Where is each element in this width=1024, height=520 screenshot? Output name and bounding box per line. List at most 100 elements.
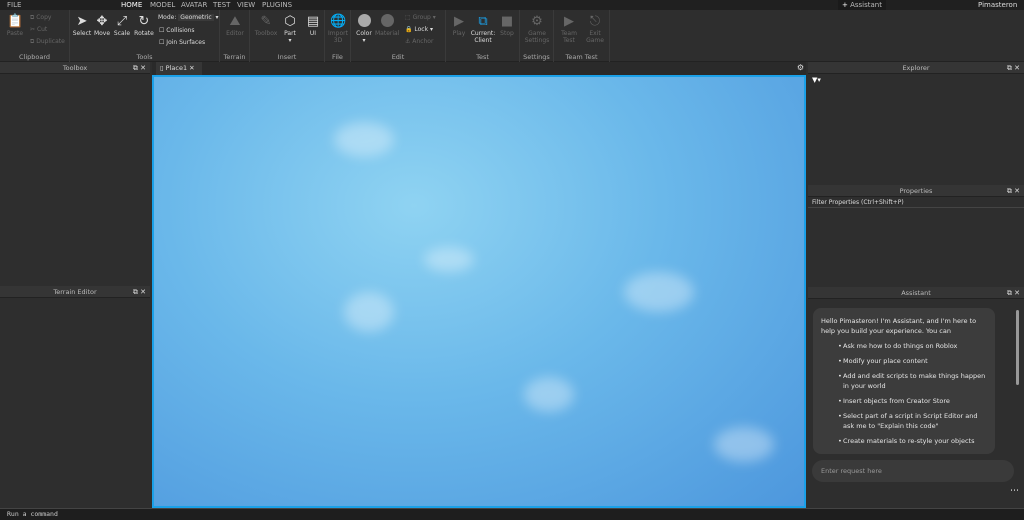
cursor-icon: ➤ bbox=[76, 14, 88, 29]
group-label: Tools bbox=[136, 53, 153, 61]
part-button[interactable]: ⬡ Part ▾ bbox=[280, 14, 300, 44]
dock-close-icon[interactable]: ⧉ ✕ bbox=[1007, 185, 1020, 197]
menu-test[interactable]: TEST bbox=[213, 0, 230, 10]
group-label: Team Test bbox=[565, 53, 598, 61]
group-label: Test bbox=[476, 53, 489, 61]
group-button[interactable]: ⬚ Group ▾ bbox=[405, 14, 436, 21]
join-surfaces-checkbox[interactable]: ☐ Join Surfaces bbox=[159, 39, 205, 46]
menu-model[interactable]: MODEL bbox=[150, 0, 175, 10]
list-item: Modify your place content bbox=[838, 356, 987, 366]
client-icon: ⧉ bbox=[478, 14, 488, 29]
team-test-icon: ▶ bbox=[564, 14, 574, 29]
menu-home[interactable]: HOME bbox=[121, 0, 142, 10]
select-button[interactable]: ➤ Select bbox=[72, 14, 92, 37]
more-icon[interactable]: ⋯ bbox=[1010, 486, 1019, 496]
list-item: Add and edit scripts to make things happ… bbox=[838, 371, 987, 391]
test-group: ▶ Play ⧉ Current: Client ■ Stop Test bbox=[446, 10, 520, 62]
tab-place1[interactable]: ▯ Place1 ✕ bbox=[156, 62, 202, 75]
menu-avatar[interactable]: AVATAR bbox=[181, 0, 207, 10]
settings-group: ⚙ Game Settings Settings bbox=[520, 10, 554, 62]
command-bar[interactable]: Run a command bbox=[0, 508, 1024, 520]
properties-filter-input[interactable]: Filter Properties (Ctrl+Shift+P) bbox=[808, 197, 1024, 208]
game-settings-button[interactable]: ⚙ Game Settings bbox=[522, 14, 552, 44]
insert-group: ✎ Toolbox ⬡ Part ▾ ▤ UI Insert bbox=[250, 10, 325, 62]
color-button[interactable]: Color ▾ bbox=[353, 14, 375, 44]
scale-icon: ⤢ bbox=[116, 14, 128, 29]
terrain-editor-button[interactable]: ⛰ Editor bbox=[223, 14, 247, 37]
stop-button[interactable]: ■ Stop bbox=[496, 14, 518, 37]
exit-icon: ⎋ bbox=[589, 14, 601, 29]
group-label: Clipboard bbox=[18, 53, 51, 61]
group-label: File bbox=[332, 53, 343, 61]
scale-button[interactable]: ⤢ Scale bbox=[112, 14, 132, 37]
clipboard-group: 📋 Paste ⧉ Copy ✂ Cut ⧉ Duplicate Clipboar… bbox=[0, 10, 70, 62]
gear-icon: ⚙ bbox=[531, 14, 543, 29]
properties-panel-header: Properties ⧉ ✕ bbox=[808, 185, 1024, 197]
move-button[interactable]: ✥ Move bbox=[92, 14, 112, 37]
toolbox-panel-header: Toolbox ⧉ ✕ bbox=[0, 62, 150, 74]
assistant-tab[interactable]: + Assistant bbox=[838, 0, 886, 10]
rotate-icon: ↻ bbox=[138, 14, 150, 29]
list-item: Select part of a script in Script Editor… bbox=[838, 411, 987, 431]
paste-button[interactable]: 📋 Paste bbox=[5, 14, 25, 37]
tools-group: ➤ Select ✥ Move ⤢ Scale ↻ Rotate Mode: Geome… bbox=[70, 10, 220, 62]
dock-close-icon[interactable]: ⧉ ✕ bbox=[133, 62, 146, 74]
anchor-button[interactable]: ⚓ Anchor bbox=[405, 38, 433, 45]
group-label: Edit bbox=[391, 53, 405, 61]
list-item: Ask me how to do things on Roblox bbox=[838, 341, 987, 351]
move-icon: ✥ bbox=[96, 14, 108, 29]
group-label: Settings bbox=[523, 53, 550, 61]
duplicate-button[interactable]: ⧉ Duplicate bbox=[30, 38, 65, 46]
menu-file[interactable]: FILE bbox=[7, 0, 21, 10]
paste-icon: 📋 bbox=[7, 14, 24, 29]
ui-icon: ▤ bbox=[306, 14, 320, 29]
document-tab-bar: ▯ Place1 ✕ ⚙ bbox=[152, 62, 806, 75]
group-label: Terrain bbox=[223, 53, 246, 61]
globe-icon: 🌐 bbox=[330, 14, 347, 29]
terrain-group: ⛰ Editor Terrain bbox=[220, 10, 250, 62]
play-icon: ▶ bbox=[454, 14, 464, 29]
dock-close-icon[interactable]: ⧉ ✕ bbox=[1007, 62, 1020, 74]
greeting-text: Hello Pimasteron! I'm Assistant, and I'm… bbox=[821, 317, 977, 335]
ribbon: 📋 Paste ⧉ Copy ✂ Cut ⧉ Duplicate Clipboar… bbox=[0, 10, 1024, 62]
menu-view[interactable]: VIEW bbox=[237, 0, 255, 10]
user-name[interactable]: Pimasteron bbox=[978, 0, 1017, 10]
list-item: Create materials to re-style your object… bbox=[838, 436, 987, 446]
ui-button[interactable]: ▤ UI bbox=[303, 14, 323, 37]
terrain-editor-panel-header: Terrain Editor ⧉ ✕ bbox=[0, 286, 150, 298]
mode-select[interactable]: Mode: Geometric ▾ bbox=[158, 14, 219, 21]
explorer-panel-header: Explorer ⧉ ✕ bbox=[808, 62, 1024, 74]
exit-game-button[interactable]: ⎋ Exit Game bbox=[583, 14, 607, 44]
dock-close-icon[interactable]: ⧉ ✕ bbox=[1007, 287, 1020, 299]
gear-icon[interactable]: ⚙ bbox=[797, 63, 804, 72]
scrollbar[interactable] bbox=[1016, 310, 1019, 385]
toolbox-icon: ✎ bbox=[260, 14, 272, 29]
lock-button[interactable]: 🔒 Lock ▾ bbox=[405, 26, 433, 33]
team-test-group: ▶ Team Test ⎋ Exit Game Team Test bbox=[554, 10, 610, 62]
collisions-checkbox[interactable]: ☐ Collisions bbox=[159, 27, 195, 34]
copy-button[interactable]: ⧉ Copy bbox=[30, 14, 51, 22]
dock-close-icon[interactable]: ⧉ ✕ bbox=[133, 286, 146, 298]
menu-bar: FILE HOME MODEL AVATAR TEST VIEW PLUGINS… bbox=[0, 0, 1024, 10]
rotate-button[interactable]: ↻ Rotate bbox=[133, 14, 155, 37]
filter-icon[interactable]: ▼▾ bbox=[812, 76, 821, 84]
toolbox-button[interactable]: ✎ Toolbox bbox=[254, 14, 278, 37]
current-client-button[interactable]: ⧉ Current: Client bbox=[469, 14, 497, 44]
stop-icon: ■ bbox=[500, 14, 514, 29]
team-test-button[interactable]: ▶ Team Test bbox=[557, 14, 581, 44]
menu-plugins[interactable]: PLUGINS bbox=[262, 0, 292, 10]
cut-button[interactable]: ✂ Cut bbox=[30, 26, 47, 33]
assistant-message: Hello Pimasteron! I'm Assistant, and I'm… bbox=[813, 308, 995, 454]
edit-group: Color ▾ Material ⬚ Group ▾ 🔒 Lock ▾ ⚓ Anc… bbox=[351, 10, 446, 62]
color-icon bbox=[356, 14, 372, 29]
play-button[interactable]: ▶ Play bbox=[448, 14, 470, 37]
cube-icon: ⬡ bbox=[284, 14, 296, 29]
material-button[interactable]: Material bbox=[375, 14, 399, 37]
file-group: 🌐 Import 3D File bbox=[325, 10, 351, 62]
3d-viewport[interactable] bbox=[152, 75, 806, 508]
import-3d-button[interactable]: 🌐 Import 3D bbox=[327, 14, 349, 44]
list-item: Insert objects from Creator Store bbox=[838, 396, 987, 406]
material-icon bbox=[379, 14, 395, 29]
request-input[interactable]: Enter request here bbox=[812, 460, 1014, 482]
group-label: Insert bbox=[277, 53, 297, 61]
